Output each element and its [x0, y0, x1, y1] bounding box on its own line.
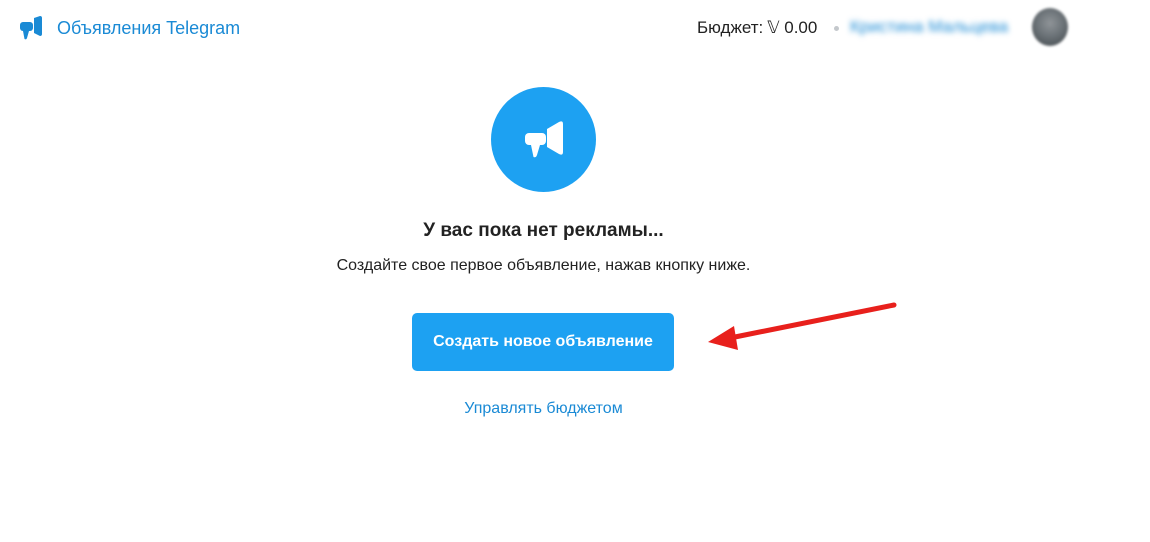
- empty-state-title: У вас пока нет рекламы...: [423, 220, 664, 241]
- budget-label: Бюджет:: [697, 18, 764, 37]
- megaphone-logo-icon: [18, 16, 44, 40]
- account-name-link[interactable]: Кристина Мальцева: [850, 17, 1020, 39]
- user-avatar[interactable]: [1032, 8, 1068, 46]
- manage-budget-link[interactable]: Управлять бюджетом: [0, 400, 1087, 418]
- budget-amount: 𝕍 0.00: [767, 18, 818, 37]
- top-header: Объявления Telegram Бюджет: 𝕍 0.00 Кристи…: [0, 0, 1150, 56]
- logo-title: Объявления Telegram: [57, 17, 241, 38]
- budget-display: Бюджет: 𝕍 0.00: [697, 18, 817, 38]
- annotation-arrow: [708, 302, 897, 350]
- logo-link[interactable]: Объявления Telegram: [18, 14, 240, 42]
- create-ad-button[interactable]: Создать новое объявление: [412, 313, 674, 371]
- empty-state-subtitle: Создайте свое первое объявление, нажав к…: [336, 257, 751, 274]
- megaphone-icon: [491, 87, 596, 192]
- separator-dot: [834, 26, 839, 31]
- page: Объявления Telegram Бюджет: 𝕍 0.00 Кристи…: [0, 0, 1150, 542]
